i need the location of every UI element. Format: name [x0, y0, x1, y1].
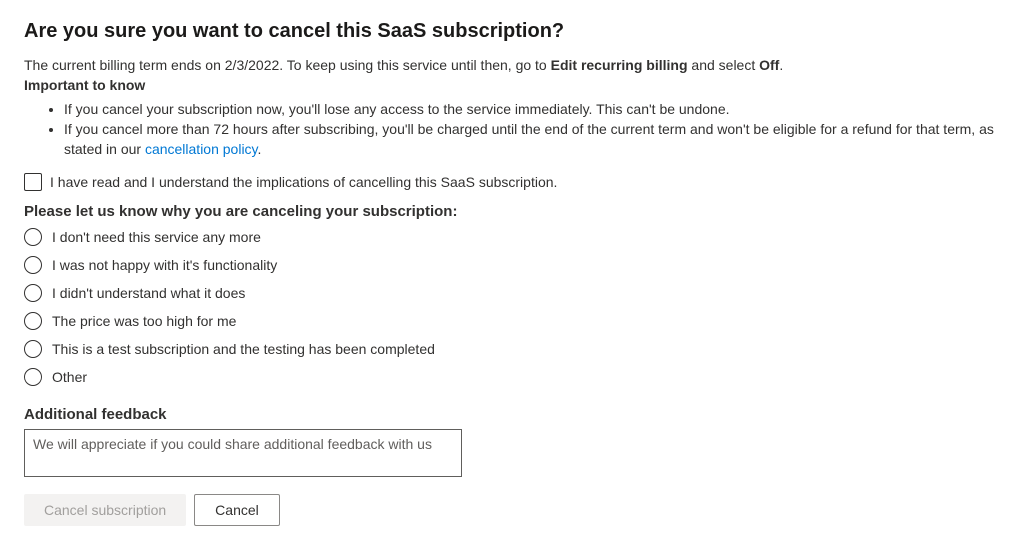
intro-mid: and select: [688, 57, 760, 73]
reason-label: The price was too high for me: [52, 313, 236, 329]
radio-icon[interactable]: [24, 368, 42, 386]
reason-label: I didn't understand what it does: [52, 285, 245, 301]
important-bullet-1: If you cancel your subscription now, you…: [64, 99, 1006, 119]
important-bullet-2: If you cancel more than 72 hours after s…: [64, 119, 1006, 159]
reason-option-not-happy[interactable]: I was not happy with it's functionality: [24, 256, 1006, 274]
cancel-subscription-button[interactable]: Cancel subscription: [24, 494, 186, 526]
acknowledge-checkbox[interactable]: [24, 173, 42, 191]
intro-prefix: The current billing term ends on 2/3/202…: [24, 57, 551, 73]
acknowledge-label: I have read and I understand the implica…: [50, 174, 557, 190]
reason-label: Other: [52, 369, 87, 385]
reason-option-didnt-understand[interactable]: I didn't understand what it does: [24, 284, 1006, 302]
radio-icon[interactable]: [24, 284, 42, 302]
cancel-button[interactable]: Cancel: [194, 494, 280, 526]
reason-radio-group: I don't need this service any more I was…: [24, 228, 1006, 386]
intro-bold-off: Off: [759, 57, 779, 73]
reason-section-label: Please let us know why you are canceling…: [24, 203, 1006, 220]
acknowledge-row[interactable]: I have read and I understand the implica…: [24, 173, 1006, 191]
dialog-buttons: Cancel subscription Cancel: [24, 494, 1006, 526]
radio-icon[interactable]: [24, 312, 42, 330]
radio-icon[interactable]: [24, 228, 42, 246]
dialog-heading: Are you sure you want to cancel this Saa…: [24, 20, 1006, 43]
cancellation-policy-link[interactable]: cancellation policy: [145, 141, 258, 157]
reason-option-test-subscription[interactable]: This is a test subscription and the test…: [24, 340, 1006, 358]
radio-icon[interactable]: [24, 256, 42, 274]
reason-label: I don't need this service any more: [52, 229, 261, 245]
reason-option-price-high[interactable]: The price was too high for me: [24, 312, 1006, 330]
intro-suffix: .: [779, 57, 783, 73]
intro-bold-edit-billing: Edit recurring billing: [551, 57, 688, 73]
radio-icon[interactable]: [24, 340, 42, 358]
feedback-textarea[interactable]: [24, 429, 462, 477]
reason-option-dont-need[interactable]: I don't need this service any more: [24, 228, 1006, 246]
intro-text: The current billing term ends on 2/3/202…: [24, 55, 1006, 75]
reason-label: I was not happy with it's functionality: [52, 257, 277, 273]
reason-option-other[interactable]: Other: [24, 368, 1006, 386]
important-list: If you cancel your subscription now, you…: [24, 99, 1006, 159]
important-to-know-label: Important to know: [24, 77, 1006, 93]
reason-label: This is a test subscription and the test…: [52, 341, 435, 357]
bullet2-suffix: .: [258, 141, 262, 157]
feedback-section-label: Additional feedback: [24, 406, 1006, 423]
